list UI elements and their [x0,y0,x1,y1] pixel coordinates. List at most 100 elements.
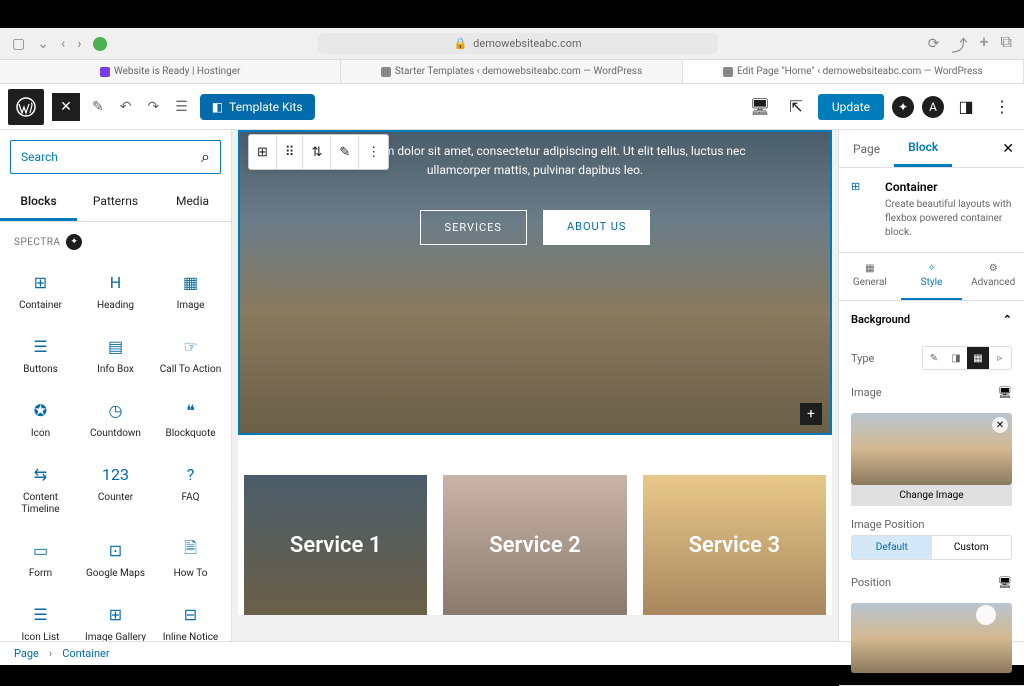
remove-image-icon[interactable]: ✕ [992,417,1008,433]
template-kits-icon: ◧ [212,100,223,114]
lock-icon: 🔒 [453,37,467,50]
block-gallery[interactable]: ⊞Image Gallery [79,592,152,641]
back-icon[interactable]: ‹ [61,36,65,52]
block-buttons[interactable]: ☰Buttons [4,324,77,386]
add-block-button[interactable]: + [800,403,822,425]
timeline-icon: ⇆ [29,462,53,486]
close-inserter-button[interactable]: ✕ [52,93,80,121]
search-blocks-input[interactable]: ⌕ [10,140,221,174]
reload-icon[interactable]: ⟳ [928,36,940,52]
block-notice[interactable]: ⊟Inline Notice [154,592,227,641]
background-section-header[interactable]: Background ⌃ [839,301,1024,338]
service-card-1[interactable]: Service 1 [244,475,427,615]
new-tab-icon[interactable]: + [979,32,988,56]
responsive-icon[interactable]: 🖥 [998,576,1012,589]
bg-type-image[interactable]: ▦ [967,347,989,369]
sidebar-toggle-icon[interactable]: ▢ [12,36,25,52]
spectra-section-label: SPECTRA ✦ [0,222,231,256]
image-icon: ▦ [179,270,203,294]
bg-type-gradient[interactable]: ◨ [945,347,967,369]
tabs-icon[interactable]: ⧉ [1001,32,1012,56]
block-cta[interactable]: ☞Call To Action [154,324,227,386]
settings-tab-general[interactable]: ▦General [839,253,901,300]
drag-handle-icon[interactable]: ⠿ [277,135,304,169]
tab-patterns[interactable]: Patterns [77,184,154,221]
more-options-icon[interactable]: ⋮ [988,93,1016,121]
edit-tool-icon[interactable]: ✎ [88,95,108,119]
close-settings-icon[interactable]: ✕ [992,141,1024,157]
block-more-icon[interactable]: ⋮ [359,135,388,169]
browser-toolbar: ▢ ⌄ ‹ › 🔒 demowebsiteabc.com ⟳ ⤴ + ⧉ [0,28,1024,60]
breadcrumb-container[interactable]: Container [62,647,109,660]
device-preview-icon[interactable]: 🖥 [746,93,774,121]
hero-container-block[interactable]: Lorem ipsum dolor sit amet, consectetur … [238,130,832,435]
container-block-icon[interactable]: ⊞ [249,135,277,169]
browser-tab-editor[interactable]: Edit Page "Home" ‹ demowebsiteabc.com — … [683,60,1024,83]
share-icon[interactable]: ⤴ [951,32,967,56]
container-icon: ⊞ [29,270,53,294]
bg-type-video[interactable]: ▹ [989,347,1011,369]
grammarly-icon[interactable] [93,37,107,51]
block-form[interactable]: ▭Form [4,528,77,590]
block-iconlist[interactable]: ☰Icon List [4,592,77,641]
service-card-2[interactable]: Service 2 [443,475,626,615]
heading-icon: H [104,270,128,294]
block-howto[interactable]: 🗎How To [154,528,227,590]
services-button[interactable]: SERVICES [420,210,527,245]
tab-page[interactable]: Page [839,132,894,166]
undo-icon[interactable]: ↶ [116,95,136,119]
list-view-icon[interactable]: ☰ [171,95,192,119]
move-arrows-icon[interactable]: ⇅ [303,135,331,169]
bg-type-color[interactable]: ✎ [923,347,945,369]
redo-icon[interactable]: ↷ [143,95,163,119]
background-image-preview[interactable]: ✕ [851,413,1012,485]
template-kits-button[interactable]: ◧ Template Kits [200,94,315,120]
update-button[interactable]: Update [818,94,884,120]
editor-canvas[interactable]: ⊞ ⠿ ⇅ ✎ ⋮ Lorem ipsum dolor sit amet, co… [232,130,838,641]
icon-icon: ✪ [29,398,53,422]
tab-blocks[interactable]: Blocks [0,184,77,221]
change-image-button[interactable]: Change Image [851,485,1012,506]
spectra-icon[interactable]: ✦ [892,96,914,118]
block-countdown[interactable]: ◷Countdown [79,388,152,450]
external-link-icon[interactable]: ⇱ [782,93,810,121]
sidebar-toggle-icon[interactable]: ◨ [952,93,980,121]
focal-point-handle[interactable] [976,605,996,625]
services-row[interactable]: Service 1 Service 2 Service 3 [238,435,832,615]
position-default[interactable]: Default [852,536,932,559]
block-timeline[interactable]: ⇆Content Timeline [4,452,77,526]
faq-icon: ? [179,462,203,486]
about-us-button[interactable]: ABOUT US [543,210,650,245]
settings-tab-advanced[interactable]: ⚙Advanced [962,253,1024,300]
service-card-3[interactable]: Service 3 [643,475,826,615]
notice-icon: ⊟ [179,602,203,626]
copy-style-icon[interactable]: ✎ [331,135,359,169]
responsive-icon[interactable]: 🖥 [998,386,1012,399]
astra-icon[interactable]: A [922,96,944,118]
style-icon: ✧ [927,263,935,274]
block-image[interactable]: ▦Image [154,260,227,322]
block-infobox[interactable]: ▤Info Box [79,324,152,386]
block-icon[interactable]: ✪Icon [4,388,77,450]
block-heading[interactable]: HHeading [79,260,152,322]
block-map[interactable]: ⊡Google Maps [79,528,152,590]
url-bar[interactable]: 🔒 demowebsiteabc.com [318,33,718,54]
dropdown-icon[interactable]: ⌄ [37,36,49,52]
breadcrumb-page[interactable]: Page [14,647,39,660]
block-container[interactable]: ⊞Container [4,260,77,322]
gallery-icon: ⊞ [104,602,128,626]
wordpress-logo-icon[interactable] [8,89,44,125]
block-counter[interactable]: 123Counter [79,452,152,526]
position-custom[interactable]: Custom [932,536,1012,559]
block-faq[interactable]: ?FAQ [154,452,227,526]
browser-tab-starter[interactable]: Starter Templates ‹ demowebsiteabc.com —… [341,60,682,83]
tab-media[interactable]: Media [154,184,231,221]
block-blockquote[interactable]: ❝Blockquote [154,388,227,450]
buttons-icon: ☰ [29,334,53,358]
forward-icon[interactable]: › [77,36,81,52]
settings-tab-style[interactable]: ✧Style [901,253,963,300]
browser-tab-hostinger[interactable]: Website is Ready | Hostinger [0,60,341,83]
tab-block[interactable]: Block [894,130,952,167]
position-focal-picker[interactable] [851,603,1012,673]
block-name: Container [885,180,1012,194]
